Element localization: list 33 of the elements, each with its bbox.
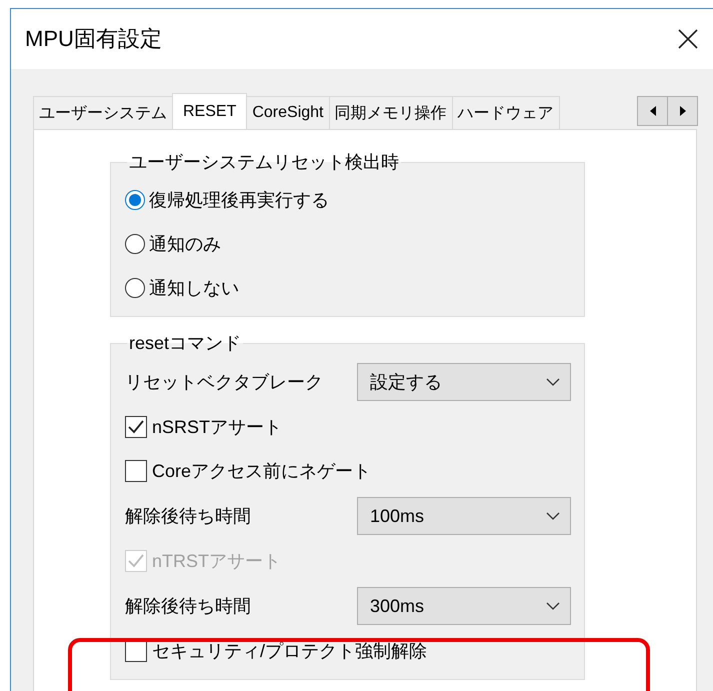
checkbox[interactable] [125, 640, 147, 662]
chevron-icon [546, 378, 560, 386]
dropdown[interactable]: 設定する [357, 363, 571, 401]
window-title: MPU固有設定 [25, 25, 162, 53]
right-triangle-icon [680, 106, 686, 116]
checkbox-label: Coreアクセス前にネゲート [152, 460, 372, 483]
radio-button[interactable] [125, 190, 145, 210]
tab[interactable]: ハードウェア [452, 96, 560, 129]
dropdown[interactable]: 100ms [357, 497, 571, 535]
radio-label: 復帰処理後再実行する [149, 189, 329, 212]
group-title: resetコマンド [128, 332, 242, 355]
radio-button[interactable] [125, 278, 145, 298]
checkbox[interactable] [125, 416, 147, 438]
chevron-icon [546, 512, 560, 520]
left-triangle-icon [650, 106, 656, 116]
scroll-right-button[interactable] [667, 96, 698, 126]
chevron-icon [546, 602, 560, 610]
radio-label: 通知しない [149, 277, 239, 300]
radio-label: 通知のみ [149, 233, 221, 256]
field-label: リセットベクタブレーク [125, 371, 324, 394]
scroll-left-button[interactable] [637, 96, 668, 126]
tab[interactable]: RESET [172, 93, 248, 129]
checkbox-label: nTRSTアサート [152, 550, 282, 573]
group-title: ユーザーシステムリセット検出時 [128, 151, 400, 174]
checkbox-label: nSRSTアサート [152, 416, 282, 439]
checkbox-label: セキュリティ/プロテクト強制解除 [152, 640, 428, 663]
dropdown[interactable]: 300ms [357, 587, 571, 625]
checkbox[interactable] [125, 460, 147, 482]
field-label: 解除後待ち時間 [125, 595, 252, 618]
field-label: 解除後待ち時間 [125, 505, 252, 528]
radio-button[interactable] [125, 234, 145, 254]
tab[interactable]: ユーザーシステム [33, 96, 173, 129]
close-button[interactable] [677, 28, 699, 50]
